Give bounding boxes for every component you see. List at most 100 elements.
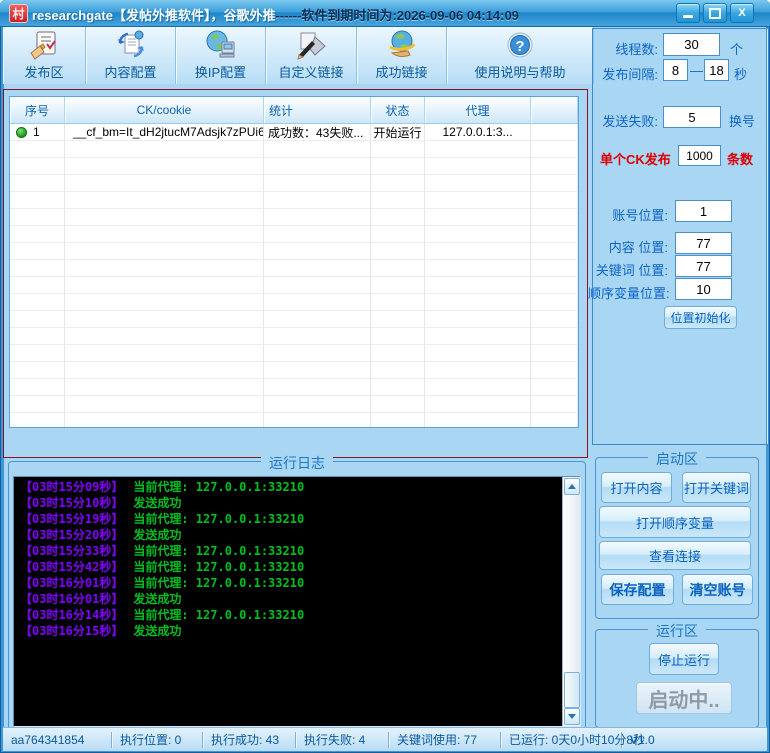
maximize-button[interactable] [703,3,727,23]
interval-label: 发布间隔: [602,67,658,82]
column-header-num[interactable]: 序号 [10,97,65,123]
log-line: 【03时15分19秒】 当前代理: 127.0.0.1:33210 [20,512,305,526]
toolbar-publish-button[interactable]: 发布区 [3,27,86,84]
table-row-empty [10,277,578,294]
send-fail-input[interactable] [663,106,721,128]
keyword-pos-input[interactable] [675,255,732,277]
column-header-cookie[interactable]: CK/cookie [65,97,264,123]
save-config-button[interactable]: 保存配置 [601,574,674,605]
log-line: 【03时16分01秒】 发送成功 [20,592,182,606]
open-seq-var-button[interactable]: 打开顺序变量 [599,506,751,538]
window-title: researchgate【发帖外推软件】，谷歌外推------软件到期时间为:2… [32,5,519,24]
ck-publish-unit-label: 条数 [727,152,754,167]
status-keyword-use: 关键词使用: 77 [389,731,501,748]
toolbar-help-button[interactable]: ? 使用说明与帮助 [447,27,594,84]
content-pos-input[interactable] [675,232,732,254]
table-row[interactable]: 1 __cf_bm=It_dH2jtucM7Adsjk7zPUi6... 成功数… [10,124,578,141]
toolbar-content-config-label: 内容配置 [104,65,157,80]
open-content-button[interactable]: 打开内容 [601,472,672,503]
custom-link-icon [295,29,327,61]
account-pos-input[interactable] [675,200,732,222]
position-init-button[interactable]: 位置初始化 [664,306,737,329]
log-console[interactable]: 【03时15分09秒】 当前代理: 127.0.0.1:33210 【03时15分1… [14,479,562,726]
status-version: V1.0 [630,732,655,747]
toolbar-success-link-button[interactable]: 成功链接 [357,27,447,84]
status-bar: aa764341854 执行位置: 0 执行成功: 43 执行失败: 4 关键词… [3,727,767,751]
seq-pos-input[interactable] [675,278,732,300]
table-header: 序号 CK/cookie 统计 状态 代理 [10,97,578,124]
close-button[interactable]: X [730,3,754,23]
interval-unit-label: 秒 [734,67,748,82]
thread-count-input[interactable] [663,33,720,56]
app-icon: 村 [9,4,28,23]
toolbar-change-ip-label: 换IP配置 [194,65,247,80]
success-link-icon [386,29,418,61]
table-row-empty [10,141,578,158]
toolbar-content-config-button[interactable]: 内容配置 [86,27,176,84]
table-row-empty [10,345,578,362]
clear-account-button[interactable]: 清空账号 [682,574,753,605]
run-area-group: 运行区 停止运行 启动中.. [595,621,759,728]
status-exec-success: 执行成功: 43 [203,731,296,748]
send-fail-label: 发送失败: [602,114,658,129]
ck-publish-input[interactable] [678,145,721,166]
toolbar: 发布区 内容配置 换IP配置 自定义链接 成功链接 ? 使用说明与帮助 [3,27,594,84]
starting-button[interactable]: 启动中.. [636,682,732,714]
log-line: 【03时16分14秒】 当前代理: 127.0.0.1:33210 [20,608,305,622]
app-window: 村 researchgate【发帖外推软件】，谷歌外推------软件到期时间为… [0,0,770,753]
interval-min-input[interactable] [663,59,688,81]
stop-run-button[interactable]: 停止运行 [649,643,719,675]
toolbar-help-label: 使用说明与帮助 [474,65,566,80]
ck-table-panel: 序号 CK/cookie 统计 状态 代理 1 __cf_bm=It_dH2jt… [3,89,588,458]
table-row-empty [10,396,578,413]
view-link-button[interactable]: 查看连接 [599,541,751,570]
row-proxy: 127.0.0.1:3... [425,124,531,141]
send-fail-unit-label: 换号 [729,114,756,129]
log-line: 【03时15分42秒】 当前代理: 127.0.0.1:33210 [20,560,305,574]
row-stats: 成功数：43失败... [264,124,371,141]
table-row-empty [10,209,578,226]
interval-dash: — [690,63,703,78]
table-row-empty [10,379,578,396]
minimize-button[interactable] [676,3,700,23]
table-row-empty [10,362,578,379]
table-row-empty [10,294,578,311]
arrow-up-icon [568,484,576,489]
thread-unit-label: 个 [730,42,744,57]
scroll-down-button[interactable] [564,708,580,725]
log-line: 【03时15分09秒】 当前代理: 127.0.0.1:33210 [20,480,305,494]
log-line: 【03时15分10秒】 发送成功 [20,496,182,510]
content-config-icon [115,29,147,61]
table-row-empty [10,158,578,175]
column-header-status[interactable]: 状态 [371,97,425,123]
table-empty-rows [10,141,578,427]
scrollbar-thumb[interactable] [564,672,580,708]
interval-max-input[interactable] [704,59,729,81]
log-scrollbar[interactable] [562,477,580,726]
run-log-group: 运行日志 【03时15分09秒】 当前代理: 127.0.0.1:33210 【03… [8,453,586,732]
table-row-empty [10,311,578,328]
toolbar-custom-link-button[interactable]: 自定义链接 [266,27,357,84]
row-status: 开始运行 [371,124,425,141]
column-header-stats[interactable]: 统计 [264,97,371,123]
minimize-icon [683,14,693,18]
seq-pos-label: 顺序变量位置: [588,286,670,301]
table-row-empty [10,226,578,243]
status-exec-fail: 执行失败: 4 [296,731,389,748]
window-title-main: researchgate【发帖外推软件】，谷歌外推 [32,8,276,23]
table-row-empty [10,413,578,427]
start-area-group: 启动区 打开内容 打开关键词 打开顺序变量 查看连接 保存配置 清空账号 [595,449,759,619]
open-keyword-button[interactable]: 打开关键词 [682,472,751,503]
title-bar: 村 researchgate【发帖外推软件】，谷歌外推------软件到期时间为… [0,0,770,27]
window-title-expiry: ------软件到期时间为:2026-09-06 04:14:09 [275,8,519,23]
row-blank [531,124,578,141]
table-row-empty [10,243,578,260]
window-controls: X [676,3,754,23]
column-header-proxy[interactable]: 代理 [425,97,531,123]
scroll-up-button[interactable] [564,478,580,495]
change-ip-icon [205,29,237,61]
status-exec-pos: 执行位置: 0 [112,731,203,748]
toolbar-change-ip-button[interactable]: 换IP配置 [176,27,266,84]
keyword-pos-label: 关键词 位置: [595,263,668,278]
table-row-empty [10,260,578,277]
